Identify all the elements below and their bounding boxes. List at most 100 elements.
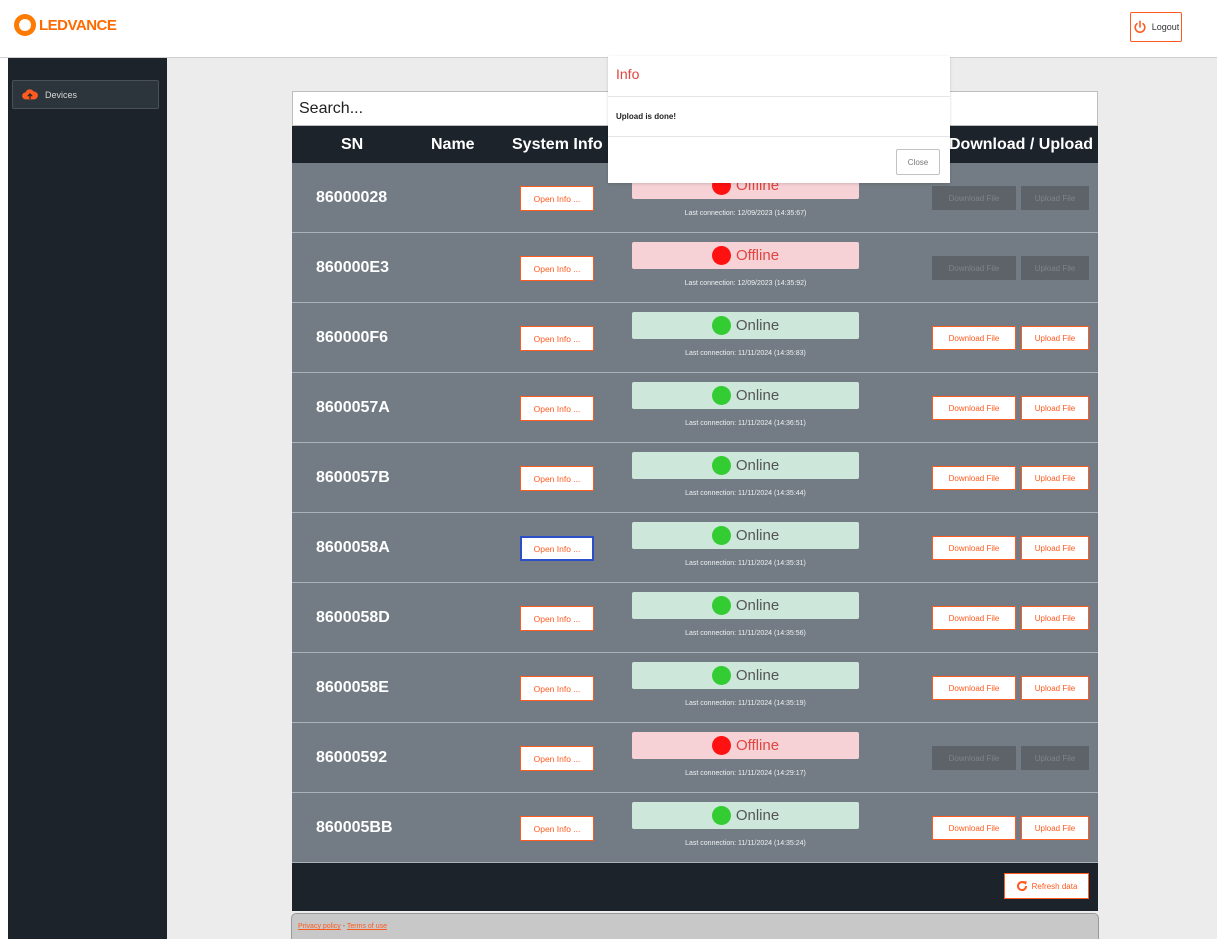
download-file-button[interactable]: Download File (932, 746, 1016, 770)
serial-number: 8600057A (316, 399, 390, 416)
download-file-button[interactable]: Download File (932, 396, 1016, 420)
upload-file-button[interactable]: Upload File (1021, 606, 1089, 630)
table-row: 860000E3 Open Info ... Offline Last connect… (292, 233, 1098, 303)
status-badge: Online (632, 592, 859, 619)
logout-label: Logout (1151, 22, 1180, 32)
serial-number: 8600057B (316, 469, 390, 486)
download-file-button[interactable]: Download File (932, 256, 1016, 280)
last-connection: Last connection: 11/11/2024 (14:35:19) (685, 700, 806, 707)
cloud-upload-icon (22, 88, 38, 99)
status-dot-icon (711, 526, 731, 545)
status-badge: Online (632, 802, 859, 829)
open-info-button[interactable]: Open Info ... (520, 536, 594, 561)
status-dot-icon (711, 246, 731, 265)
table-row: 8600057B Open Info ... Online Last connecti… (292, 443, 1098, 513)
download-file-button[interactable]: Download File (932, 186, 1016, 210)
power-icon (1134, 20, 1146, 33)
last-connection: Last connection: 11/11/2024 (14:35:24) (685, 840, 806, 847)
open-info-button[interactable]: Open Info ... (520, 186, 594, 211)
serial-number: 8600058A (316, 539, 390, 556)
upload-file-button[interactable]: Upload File (1021, 186, 1089, 210)
last-connection: Last connection: 11/11/2024 (14:35:56) (685, 630, 806, 637)
open-info-button[interactable]: Open Info ... (520, 816, 594, 841)
upload-file-button[interactable]: Upload File (1021, 536, 1089, 560)
privacy-policy-link[interactable]: Privacy policy (298, 923, 341, 930)
column-header-name: Name (431, 136, 475, 153)
status-dot-icon (711, 596, 731, 615)
status-badge: Offline (632, 732, 859, 759)
last-connection: Last connection: 11/11/2024 (14:35:44) (685, 490, 806, 497)
status-dot-icon (711, 386, 731, 405)
column-header-system-info: System Info (512, 136, 603, 153)
download-file-button[interactable]: Download File (932, 816, 1016, 840)
logo-icon (14, 14, 36, 36)
refresh-label: Refresh data (1031, 881, 1078, 891)
serial-number: 86000028 (316, 189, 388, 206)
table-footer: Refresh data (292, 863, 1098, 911)
open-info-button[interactable]: Open Info ... (520, 746, 594, 771)
status-dot-icon (711, 456, 731, 475)
upload-file-button[interactable]: Upload File (1021, 326, 1089, 350)
devices-table: SN Name System Info Download / Upload 86… (292, 91, 1098, 911)
status-dot-icon (711, 806, 731, 825)
serial-number: 860000F6 (316, 329, 389, 346)
last-connection: Last connection: 12/09/2023 (14:35:67) (684, 210, 807, 217)
last-connection: Last connection: 11/11/2024 (14:35:31) (685, 560, 806, 567)
serial-number: 8600058D (316, 609, 390, 626)
upload-file-button[interactable]: Upload File (1021, 746, 1089, 770)
serial-number: 860000E3 (316, 259, 389, 276)
last-connection: Last connection: 11/11/2024 (14:35:83) (685, 350, 806, 357)
upload-file-button[interactable]: Upload File (1021, 256, 1089, 280)
table-row: 86000592 Open Info ... Offline Last connect… (292, 723, 1098, 793)
serial-number: 86000592 (316, 749, 388, 766)
column-header-sn: SN (341, 136, 364, 153)
brand-name: LEDVANCE (39, 16, 117, 34)
status-text: Online (735, 387, 780, 404)
status-badge: Online (632, 382, 859, 409)
table-row: 8600058D Open Info ... Online Last connecti… (292, 583, 1098, 653)
download-file-button[interactable]: Download File (932, 536, 1016, 560)
status-text: Online (735, 527, 780, 544)
status-text: Offline (735, 737, 780, 754)
sidebar-item-label: Devices (45, 89, 78, 100)
upload-file-button[interactable]: Upload File (1021, 816, 1089, 840)
table-row: 860000F6 Open Info ... Online Last connecti… (292, 303, 1098, 373)
open-info-button[interactable]: Open Info ... (520, 676, 594, 701)
refresh-data-button[interactable]: Refresh data (1004, 873, 1089, 899)
serial-number: 8600058E (316, 679, 389, 696)
open-info-button[interactable]: Open Info ... (520, 256, 594, 281)
sidebar-item-devices[interactable]: Devices (12, 80, 159, 109)
status-text: Online (735, 317, 780, 334)
open-info-button[interactable]: Open Info ... (520, 606, 594, 631)
info-dialog: Info Upload is done! Close (608, 56, 950, 183)
dialog-close-button[interactable]: Close (896, 149, 940, 175)
status-badge: Online (632, 452, 859, 479)
open-info-button[interactable]: Open Info ... (520, 396, 594, 421)
download-file-button[interactable]: Download File (932, 606, 1016, 630)
status-text: Online (735, 597, 780, 614)
upload-file-button[interactable]: Upload File (1021, 396, 1089, 420)
column-header-download-upload: Download / Upload (949, 136, 1093, 153)
open-info-button[interactable]: Open Info ... (520, 326, 594, 351)
download-file-button[interactable]: Download File (932, 466, 1016, 490)
upload-file-button[interactable]: Upload File (1021, 676, 1089, 700)
app-header: LEDVANCE Logout (0, 0, 1217, 58)
refresh-icon (1016, 881, 1027, 892)
download-file-button[interactable]: Download File (932, 326, 1016, 350)
table-row: 860005BB Open Info ... Online Last connecti… (292, 793, 1098, 863)
status-badge: Online (632, 522, 859, 549)
download-file-button[interactable]: Download File (932, 676, 1016, 700)
table-row: 8600058E Open Info ... Online Last connecti… (292, 653, 1098, 723)
status-badge: Online (632, 662, 859, 689)
status-text: Online (735, 807, 780, 824)
status-dot-icon (711, 316, 731, 335)
open-info-button[interactable]: Open Info ... (520, 466, 594, 491)
upload-file-button[interactable]: Upload File (1021, 466, 1089, 490)
status-badge: Online (632, 312, 859, 339)
last-connection: Last connection: 11/11/2024 (14:36:51) (685, 420, 806, 427)
sidebar: Devices (8, 58, 167, 939)
table-body: 86000028 Open Info ... Offline Last connect… (292, 163, 1098, 863)
terms-of-use-link[interactable]: Terms of use (347, 923, 387, 930)
dialog-message: Upload is done! (616, 112, 676, 121)
logout-button[interactable]: Logout (1130, 12, 1182, 42)
